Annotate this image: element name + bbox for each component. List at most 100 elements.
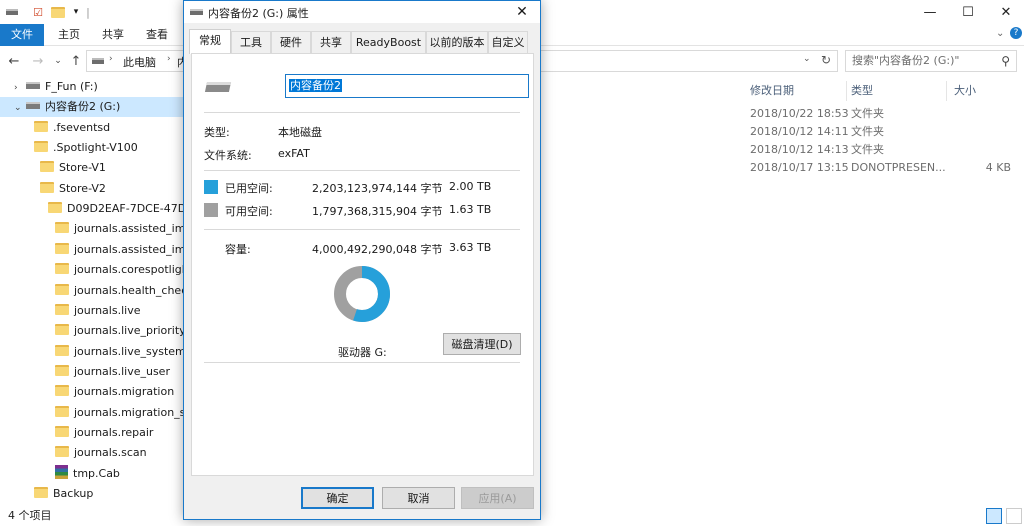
- divider: [204, 229, 520, 230]
- tree-item[interactable]: journals.live_user: [0, 362, 184, 382]
- details-view-icon[interactable]: [986, 508, 1002, 524]
- tree-item-label: Store-V2: [59, 181, 106, 195]
- new-folder-icon[interactable]: [50, 4, 66, 20]
- file-row-type[interactable]: 文件夹: [851, 123, 884, 141]
- file-row-size[interactable]: 4 KB: [986, 159, 1011, 177]
- tree-item[interactable]: journals.live: [0, 301, 184, 321]
- column-divider[interactable]: [946, 81, 947, 101]
- tree-item[interactable]: journals.scan: [0, 443, 184, 463]
- cancel-button[interactable]: 取消: [382, 487, 455, 509]
- dialog-close-button[interactable]: ✕: [508, 1, 536, 23]
- tree-item[interactable]: D09D2EAF-7DCE-47D1-9: [0, 199, 184, 219]
- disk-usage-donut: [334, 266, 390, 322]
- file-row-modified[interactable]: 2018/10/12 14:11: [750, 123, 849, 141]
- divider: [204, 170, 520, 171]
- column-divider[interactable]: [846, 81, 847, 101]
- help-icon[interactable]: ?: [1010, 27, 1022, 39]
- chevron-down-icon[interactable]: ⌄: [14, 98, 26, 117]
- tree-item[interactable]: Store-V1: [0, 158, 184, 178]
- tree-item[interactable]: tmp.Cab: [0, 464, 184, 484]
- minimize-button[interactable]: —: [910, 0, 950, 24]
- drive-name-value: 内容备份2: [289, 79, 342, 92]
- large-icons-view-icon[interactable]: [1006, 508, 1022, 524]
- pc-icon: [92, 58, 104, 64]
- used-space-size: 2.00 TB: [449, 180, 492, 193]
- cab-icon: [55, 464, 68, 479]
- close-button[interactable]: ✕: [986, 0, 1024, 24]
- capacity-size: 3.63 TB: [449, 241, 492, 254]
- tab-previous-versions[interactable]: 以前的版本: [426, 31, 488, 53]
- tree-item[interactable]: journals.migration_secc: [0, 403, 184, 423]
- ribbon-tab-home[interactable]: 主页: [46, 24, 92, 46]
- file-row-type[interactable]: DONOTPRESEN...: [851, 159, 946, 177]
- ribbon-tab-share[interactable]: 共享: [90, 24, 136, 46]
- folder-icon: [55, 385, 69, 397]
- tab-hardware[interactable]: 硬件: [271, 31, 311, 53]
- used-space-swatch: [204, 180, 218, 194]
- type-label: 类型:: [204, 126, 230, 139]
- tree-item[interactable]: journals.migration: [0, 382, 184, 402]
- breadcrumb-this-pc[interactable]: 此电脑: [123, 54, 156, 70]
- divider: [204, 112, 520, 113]
- forward-arrow-icon[interactable]: →: [30, 53, 46, 69]
- capacity-bytes: 4,000,492,290,048 字节: [312, 243, 443, 256]
- filesystem-label: 文件系统:: [204, 149, 252, 162]
- folder-icon: [55, 263, 69, 275]
- column-header-type[interactable]: 类型: [851, 81, 873, 101]
- tree-item[interactable]: Backup: [0, 484, 184, 504]
- tree-item[interactable]: journals.health_check: [0, 281, 184, 301]
- expand-ribbon-icon[interactable]: ⌄: [996, 28, 1004, 39]
- apply-button[interactable]: 应用(A): [461, 487, 534, 509]
- tree-item[interactable]: ⌄ 内容备份2 (G:): [0, 97, 184, 118]
- tree-item[interactable]: › F_Fun (F:): [0, 77, 184, 97]
- up-arrow-icon[interactable]: ↑: [68, 53, 84, 69]
- address-dropdown-icon[interactable]: ⌄: [803, 54, 811, 64]
- search-placeholder: 搜索"内容备份2 (G:)": [852, 54, 960, 67]
- file-row-type[interactable]: 文件夹: [851, 141, 884, 159]
- tree-item-label: journals.assisted_impo: [74, 222, 184, 236]
- drive-icon: [4, 4, 20, 20]
- tree-item[interactable]: journals.assisted_impor: [0, 240, 184, 260]
- ribbon-tab-view[interactable]: 查看: [134, 24, 180, 46]
- file-row-modified[interactable]: 2018/10/12 14:13: [750, 141, 849, 159]
- back-arrow-icon[interactable]: ←: [6, 53, 22, 69]
- file-row-modified[interactable]: 2018/10/17 13:15: [750, 159, 849, 177]
- tab-tools[interactable]: 工具: [231, 31, 271, 53]
- tree-item[interactable]: journals.repair: [0, 423, 184, 443]
- tree-item-label: journals.live_system: [74, 344, 184, 358]
- tree-item-label: .Spotlight-V100: [53, 141, 138, 155]
- tab-sharing[interactable]: 共享: [311, 31, 351, 53]
- dialog-title-bar[interactable]: 内容备份2 (G:) 属性 ✕: [184, 1, 540, 23]
- tree-item[interactable]: .Spotlight-V100: [0, 138, 184, 158]
- tree-item[interactable]: journals.live_priority: [0, 321, 184, 341]
- filesystem-value: exFAT: [278, 147, 310, 160]
- chevron-right-icon[interactable]: ›: [14, 78, 26, 97]
- maximize-button[interactable]: ☐: [948, 0, 988, 24]
- tab-customize[interactable]: 自定义: [488, 31, 528, 53]
- item-count: 4 个项目: [8, 509, 52, 522]
- breadcrumb-separator-icon: ›: [109, 54, 113, 64]
- tree-item[interactable]: journals.corespotlight: [0, 260, 184, 280]
- folder-icon: [48, 202, 62, 214]
- recent-locations-icon[interactable]: ⌄: [50, 53, 66, 69]
- file-row-type[interactable]: 文件夹: [851, 105, 884, 123]
- title-separator: |: [86, 5, 90, 19]
- ribbon-tab-file[interactable]: 文件: [0, 24, 44, 46]
- tree-item-label: 内容备份2 (G:): [45, 100, 121, 114]
- column-header-modified[interactable]: 修改日期: [750, 81, 794, 101]
- file-row-modified[interactable]: 2018/10/22 18:53: [750, 105, 849, 123]
- disk-cleanup-button[interactable]: 磁盘清理(D): [443, 333, 521, 355]
- column-header-size[interactable]: 大小: [954, 81, 976, 101]
- tree-item[interactable]: .fseventsd: [0, 118, 184, 138]
- ok-button[interactable]: 确定: [301, 487, 374, 509]
- tree-item[interactable]: journals.assisted_impo: [0, 219, 184, 239]
- tree-item[interactable]: journals.live_system: [0, 342, 184, 362]
- refresh-icon[interactable]: ↻: [821, 53, 831, 67]
- search-input[interactable]: 搜索"内容备份2 (G:)" ⚲: [845, 50, 1017, 72]
- tree-item[interactable]: Store-V2: [0, 179, 184, 199]
- properties-checkbox-icon[interactable]: ☑: [30, 4, 46, 20]
- drive-icon: [190, 9, 203, 15]
- tab-readyboost[interactable]: ReadyBoost: [351, 31, 426, 53]
- tab-general[interactable]: 常规: [189, 29, 231, 54]
- drive-name-input[interactable]: 内容备份2: [285, 74, 529, 98]
